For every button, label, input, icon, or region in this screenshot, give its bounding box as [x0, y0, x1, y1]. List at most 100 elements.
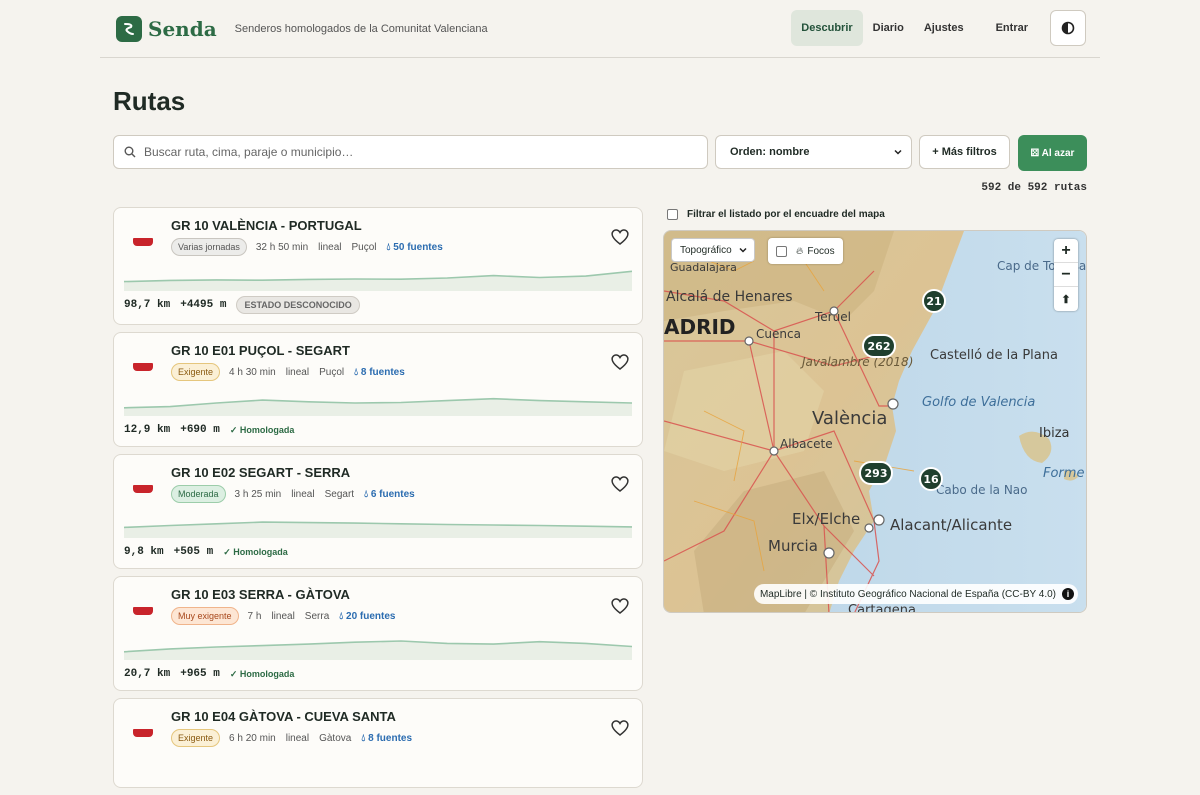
route-duration: 3 h 25 min [234, 488, 282, 500]
elevation-profile [124, 270, 632, 291]
route-flag-icon [133, 363, 153, 371]
brand-name: Senda [148, 16, 217, 41]
search-box[interactable] [113, 135, 708, 169]
water-drop-icon: 💧︎ [364, 488, 369, 500]
favorite-heart-icon[interactable] [610, 597, 630, 615]
map-city-label: Murcia [768, 537, 818, 555]
page-title: Rutas [113, 86, 186, 116]
focos-toggle[interactable]: 🔥︎ Focos [768, 238, 843, 264]
route-duration: 7 h [247, 610, 262, 622]
info-icon[interactable]: i [1062, 588, 1074, 600]
search-icon [124, 146, 136, 158]
checkbox-icon[interactable] [776, 245, 787, 257]
map-city-marker [887, 398, 899, 410]
zoom-in-button[interactable]: + [1054, 239, 1078, 263]
sources-link[interactable]: 💧︎ 20 fuentes [339, 611, 395, 622]
sort-select[interactable]: Orden: nombre [715, 135, 912, 169]
difficulty-badge: Varias jornadas [171, 238, 247, 256]
sources-link[interactable]: 💧︎ 8 fuentes [361, 733, 412, 744]
route-list: GR 10 VALÈNCIA - PORTUGAL Varias jornada… [113, 207, 643, 795]
route-flag-icon [133, 729, 153, 737]
sources-link[interactable]: 💧︎ 6 fuentes [364, 489, 415, 500]
sources-link[interactable]: 💧︎ 50 fuentes [387, 242, 443, 253]
favorite-heart-icon[interactable] [610, 228, 630, 246]
map-cluster-count: 21 [926, 295, 941, 308]
route-footer: 20,7 km +965 m ✓ Homologada [124, 668, 294, 680]
route-title: GR 10 E03 SERRA - GÀTOVA [171, 587, 350, 602]
difficulty-badge: Exigente [171, 729, 221, 747]
route-type: lineal [285, 732, 310, 744]
route-card[interactable]: GR 10 E02 SEGART - SERRA Moderada 3 h 25… [113, 454, 643, 569]
route-status: ✓ Homologada [223, 546, 288, 557]
checkbox-icon[interactable] [667, 209, 678, 220]
route-duration: 6 h 20 min [229, 732, 276, 744]
map-canvas[interactable]: Guadalajara Alcalá de Henares ADRID Teru… [664, 231, 1087, 613]
route-card[interactable]: GR 10 E01 PUÇOL - SEGART Exigente 4 h 30… [113, 332, 643, 447]
map-filter-checkbox[interactable]: Filtrar el listado por el encuadre del m… [667, 209, 885, 220]
sources-label: 8 fuentes [360, 366, 405, 378]
elevation-area [124, 271, 632, 291]
attribution-text: MapLibre | © Instituto Geográfico Nacion… [759, 588, 1056, 600]
route-town: Segart [324, 488, 355, 500]
map-city-label: Alcalá de Henares [666, 289, 793, 305]
map-cluster-count: 262 [868, 340, 891, 353]
route-elevation-gain: +4495 m [180, 299, 227, 311]
water-drop-icon: 💧︎ [386, 241, 391, 253]
route-card[interactable]: GR 10 E03 SERRA - GÀTOVA Muy exigente 7 … [113, 576, 643, 691]
zoom-out-button[interactable]: − [1054, 263, 1078, 287]
map-cluster-count: 16 [923, 473, 939, 486]
route-type: lineal [285, 366, 310, 378]
sources-label: 50 fuentes [393, 241, 443, 253]
difficulty-badge: Moderada [171, 485, 226, 503]
route-flag-icon [133, 607, 153, 615]
sources-label: 8 fuentes [368, 732, 413, 744]
map-city-label: Cartagena [848, 603, 916, 613]
map-city-label: Castelló de la Plana [930, 348, 1058, 363]
elevation-profile [124, 640, 632, 660]
chevron-down-icon [894, 149, 902, 155]
map-city-marker [744, 336, 754, 346]
route-status: ESTADO DESCONOCIDO [236, 296, 360, 314]
route-type: lineal [291, 488, 315, 500]
nav-ajustes[interactable]: Ajustes [914, 10, 974, 46]
result-count: 592 de 592 rutas [981, 182, 1087, 194]
route-duration: 32 h 50 min [255, 241, 309, 253]
chevron-down-icon [739, 247, 747, 253]
water-drop-icon: 💧︎ [354, 366, 359, 378]
route-card[interactable]: GR 10 E04 GÀTOVA - CUEVA SANTA Exigente … [113, 698, 643, 788]
nav-descubrir[interactable]: Descubrir [791, 10, 863, 46]
login-button[interactable]: Entrar [986, 10, 1038, 46]
compass-reset-button[interactable]: ⬆ [1054, 287, 1078, 311]
map-layer-label: Topográfico [680, 244, 732, 256]
route-elevation-gain: +965 m [180, 668, 220, 680]
search-input[interactable] [144, 145, 684, 159]
route-duration: 4 h 30 min [229, 366, 276, 378]
map-view[interactable]: Guadalajara Alcalá de Henares ADRID Teru… [663, 230, 1087, 613]
favorite-heart-icon[interactable] [610, 475, 630, 493]
route-title: GR 10 E04 GÀTOVA - CUEVA SANTA [171, 709, 396, 724]
map-city-label: Golfo de Valencia [922, 395, 1035, 410]
difficulty-badge: Exigente [171, 363, 221, 381]
theme-toggle-button[interactable] [1050, 10, 1086, 46]
favorite-heart-icon[interactable] [610, 719, 630, 737]
route-town: Puçol [319, 366, 345, 378]
map-city-label: Cuenca [756, 327, 801, 341]
route-distance: 98,7 km [124, 299, 171, 311]
route-meta: Exigente 6 h 20 min lineal Gàtova 💧︎ 8 f… [171, 729, 412, 747]
sources-link[interactable]: 💧︎ 8 fuentes [354, 367, 405, 378]
route-town: Puçol [351, 241, 377, 253]
more-filters-button[interactable]: + Más filtros [919, 135, 1010, 169]
route-footer: 12,9 km +690 m ✓ Homologada [124, 424, 294, 436]
map-layer-select[interactable]: Topográfico [671, 238, 755, 262]
elevation-profile [124, 521, 632, 538]
nav-diario[interactable]: Diario [863, 10, 914, 46]
route-type: lineal [318, 241, 342, 253]
brand-logo[interactable]: Senda [116, 15, 217, 42]
map-filter-label: Filtrar el listado por el encuadre del m… [687, 209, 885, 220]
route-distance: 9,8 km [124, 546, 164, 558]
route-card[interactable]: GR 10 VALÈNCIA - PORTUGAL Varias jornada… [113, 207, 643, 325]
route-meta: Exigente 4 h 30 min lineal Puçol 💧︎ 8 fu… [171, 363, 405, 381]
random-button[interactable]: ⚄ Al azar [1018, 135, 1087, 171]
favorite-heart-icon[interactable] [610, 353, 630, 371]
map-city-label: Ibiza [1039, 426, 1070, 441]
